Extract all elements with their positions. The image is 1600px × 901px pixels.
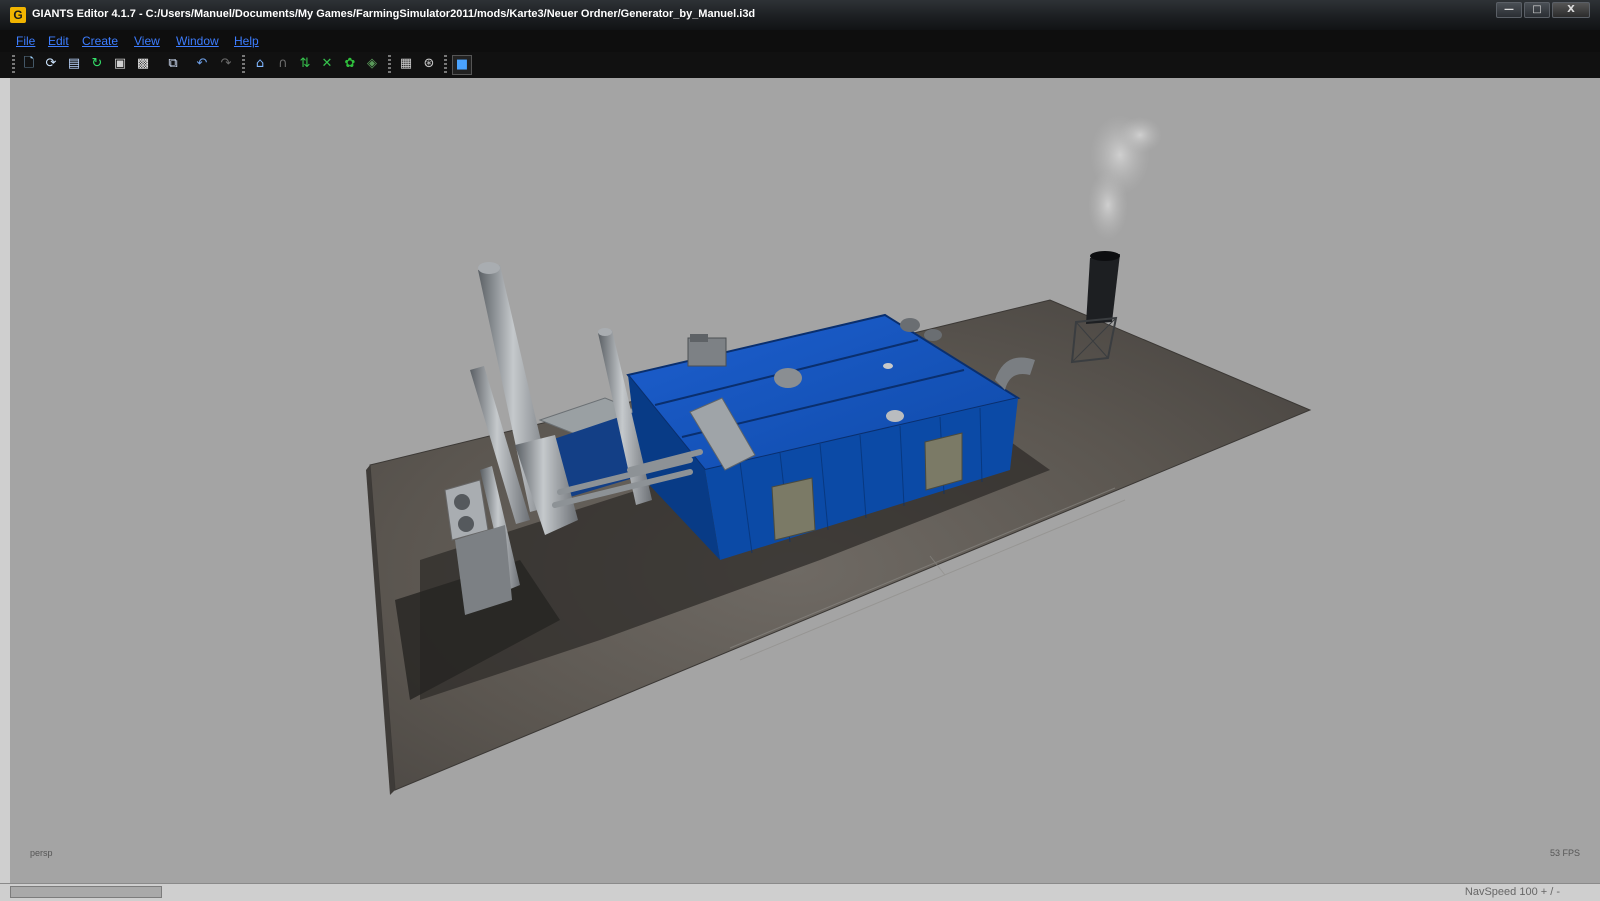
terrain-paint-icon[interactable]: ✕: [318, 55, 336, 73]
3d-viewport[interactable]: persp 53 FPS: [10, 78, 1600, 883]
foliage-paint-icon[interactable]: ✿: [341, 55, 359, 73]
grid-toggle-icon[interactable]: ▦: [397, 55, 415, 73]
save-icon[interactable]: ▣: [111, 55, 129, 73]
import-icon[interactable]: ⧉: [164, 55, 182, 73]
refresh-icon[interactable]: ↻: [88, 55, 106, 73]
save-all-icon[interactable]: ▩: [134, 55, 152, 73]
object-paint-icon[interactable]: ◈: [363, 55, 381, 73]
home-icon[interactable]: ⌂: [251, 55, 269, 73]
status-progress-strip: [10, 886, 162, 898]
toolbar-separator: [242, 55, 245, 75]
minimize-button[interactable]: —: [1496, 2, 1522, 18]
roof-fan: [774, 368, 802, 388]
roof-vent-unit: [687, 337, 727, 367]
camera-icon[interactable]: ∩: [274, 55, 292, 73]
chimney-smoke: [1088, 115, 1162, 240]
wireframe-icon[interactable]: ⊛: [420, 55, 438, 73]
menu-edit[interactable]: Edit: [48, 34, 69, 48]
status-bar: NavSpeed 100 + / -: [0, 883, 1600, 901]
document-icon[interactable]: ▤: [65, 55, 83, 73]
navspeed-readout: NavSpeed 100 + / -: [1464, 886, 1560, 898]
container-door-right: [924, 432, 963, 491]
giants-app-icon: G: [10, 7, 26, 23]
menu-view[interactable]: View: [134, 34, 160, 48]
fps-counter: 53 FPS: [1549, 848, 1580, 858]
camera-name-label: persp: [30, 848, 53, 858]
window-title: GIANTS Editor 4.1.7 - C:/Users/Manuel/Do…: [32, 8, 756, 20]
menu-window[interactable]: Window: [176, 34, 219, 48]
undo-icon[interactable]: ↶: [193, 55, 211, 73]
menu-create[interactable]: Create: [82, 34, 118, 48]
toolbar-separator: [444, 55, 447, 75]
toolbar-separator: [388, 55, 391, 75]
maximize-button[interactable]: □: [1524, 2, 1550, 18]
redo-icon[interactable]: ↷: [217, 55, 235, 73]
menu-help[interactable]: Help: [234, 34, 259, 48]
render-icon[interactable]: ■: [452, 55, 472, 75]
window-controls: — □ X: [1494, 2, 1590, 18]
toolbar-grip[interactable]: [12, 55, 15, 75]
container-door-left: [771, 477, 816, 541]
main-toolbar: 🗋 ⟳ ▤ ↻ ▣ ▩ ⧉ ↶ ↷ ⌂ ∩ ⇅ ✕ ✿ ◈ ▦ ⊛ ■: [0, 52, 1600, 79]
menu-file[interactable]: File: [16, 34, 35, 48]
title-bar: G GIANTS Editor 4.1.7 - C:/Users/Manuel/…: [0, 0, 1600, 30]
menu-bar: File Edit Create View Window Help: [0, 30, 1600, 53]
terrain-raise-icon[interactable]: ⇅: [296, 55, 314, 73]
new-file-icon[interactable]: 🗋: [20, 55, 38, 73]
open-icon[interactable]: ⟳: [42, 55, 60, 73]
scene-render: [366, 115, 1312, 795]
close-button[interactable]: X: [1552, 2, 1590, 18]
